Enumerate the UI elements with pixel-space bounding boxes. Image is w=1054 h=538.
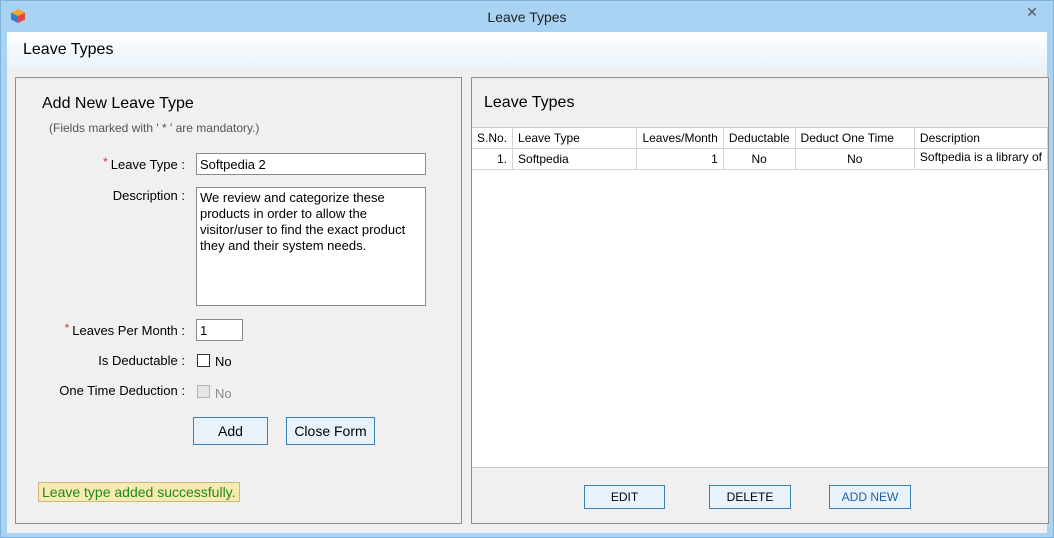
mandatory-note: (Fields marked with ' * ' are mandatory.… bbox=[49, 121, 260, 135]
is-deductable-option-label: No bbox=[215, 354, 232, 369]
column-header-deduct-one-time[interactable]: Deduct One Time bbox=[795, 128, 915, 149]
list-title: Leave Types bbox=[484, 94, 575, 111]
cell-leave-type: Softpedia bbox=[512, 148, 638, 170]
description-textarea[interactable]: We review and categorize these products … bbox=[196, 187, 426, 306]
cell-description: Softpedia is a library of bbox=[914, 148, 1049, 170]
close-form-button[interactable]: Close Form bbox=[286, 417, 375, 445]
column-header-deductable[interactable]: Deductable bbox=[723, 128, 796, 149]
add-leave-type-panel: Add New Leave Type (Fields marked with '… bbox=[15, 77, 462, 524]
delete-button[interactable]: DELETE bbox=[709, 485, 791, 509]
description-label: Description : bbox=[112, 188, 185, 203]
column-header-leave-type[interactable]: Leave Type bbox=[512, 128, 638, 149]
one-time-deduction-label: One Time Deduction : bbox=[59, 383, 185, 398]
leave-types-table: S.No. Leave Type Leaves/Month Deductable… bbox=[472, 128, 1049, 170]
add-button[interactable]: Add bbox=[193, 417, 268, 445]
leaves-per-month-label: * Leaves Per Month : bbox=[64, 321, 185, 338]
close-window-button[interactable]: ✕ bbox=[1017, 2, 1047, 22]
one-time-deduction-checkbox[interactable] bbox=[197, 385, 210, 398]
leave-type-label: * Leave Type : bbox=[103, 155, 185, 172]
one-time-deduction-option-label: No bbox=[215, 386, 232, 401]
required-mark: * bbox=[103, 155, 108, 169]
edit-button[interactable]: EDIT bbox=[584, 485, 665, 509]
table-header-row: S.No. Leave Type Leaves/Month Deductable… bbox=[472, 128, 1049, 149]
is-deductable-label: Is Deductable : bbox=[98, 353, 185, 368]
leave-types-grid[interactable]: S.No. Leave Type Leaves/Month Deductable… bbox=[472, 127, 1049, 468]
form-client-area: Leave Types Add New Leave Type (Fields m… bbox=[7, 32, 1049, 533]
column-header-sno[interactable]: S.No. bbox=[472, 128, 514, 149]
table-row[interactable]: 1. Softpedia 1 No No Softpedia is a libr… bbox=[472, 148, 1049, 170]
cell-leaves-month: 1 bbox=[636, 148, 724, 170]
add-form-title: Add New Leave Type bbox=[42, 95, 194, 112]
required-mark: * bbox=[64, 321, 70, 335]
cell-deductable: No bbox=[723, 148, 796, 170]
app-window: Leave Types ✕ Leave Types Add New Leave … bbox=[0, 0, 1054, 538]
leaves-per-month-input[interactable] bbox=[196, 319, 243, 341]
header-band: Leave Types bbox=[7, 32, 1047, 68]
is-deductable-checkbox[interactable] bbox=[197, 354, 210, 367]
window-title: Leave Types bbox=[487, 9, 567, 25]
leave-type-input[interactable] bbox=[196, 153, 426, 175]
cell-deduct-one-time: No bbox=[795, 148, 915, 170]
cell-sno: 1. bbox=[472, 148, 514, 170]
leave-types-list-panel: Leave Types S.No. Leave Type Leaves/Mont… bbox=[471, 77, 1049, 524]
title-bar[interactable]: Leave Types ✕ bbox=[1, 1, 1053, 32]
column-header-description[interactable]: Description bbox=[914, 128, 1049, 149]
page-title: Leave Types bbox=[23, 41, 114, 58]
column-header-leaves-month[interactable]: Leaves/Month bbox=[636, 128, 724, 149]
add-new-button[interactable]: ADD NEW bbox=[829, 485, 911, 509]
status-message: Leave type added successfully. bbox=[38, 482, 240, 502]
